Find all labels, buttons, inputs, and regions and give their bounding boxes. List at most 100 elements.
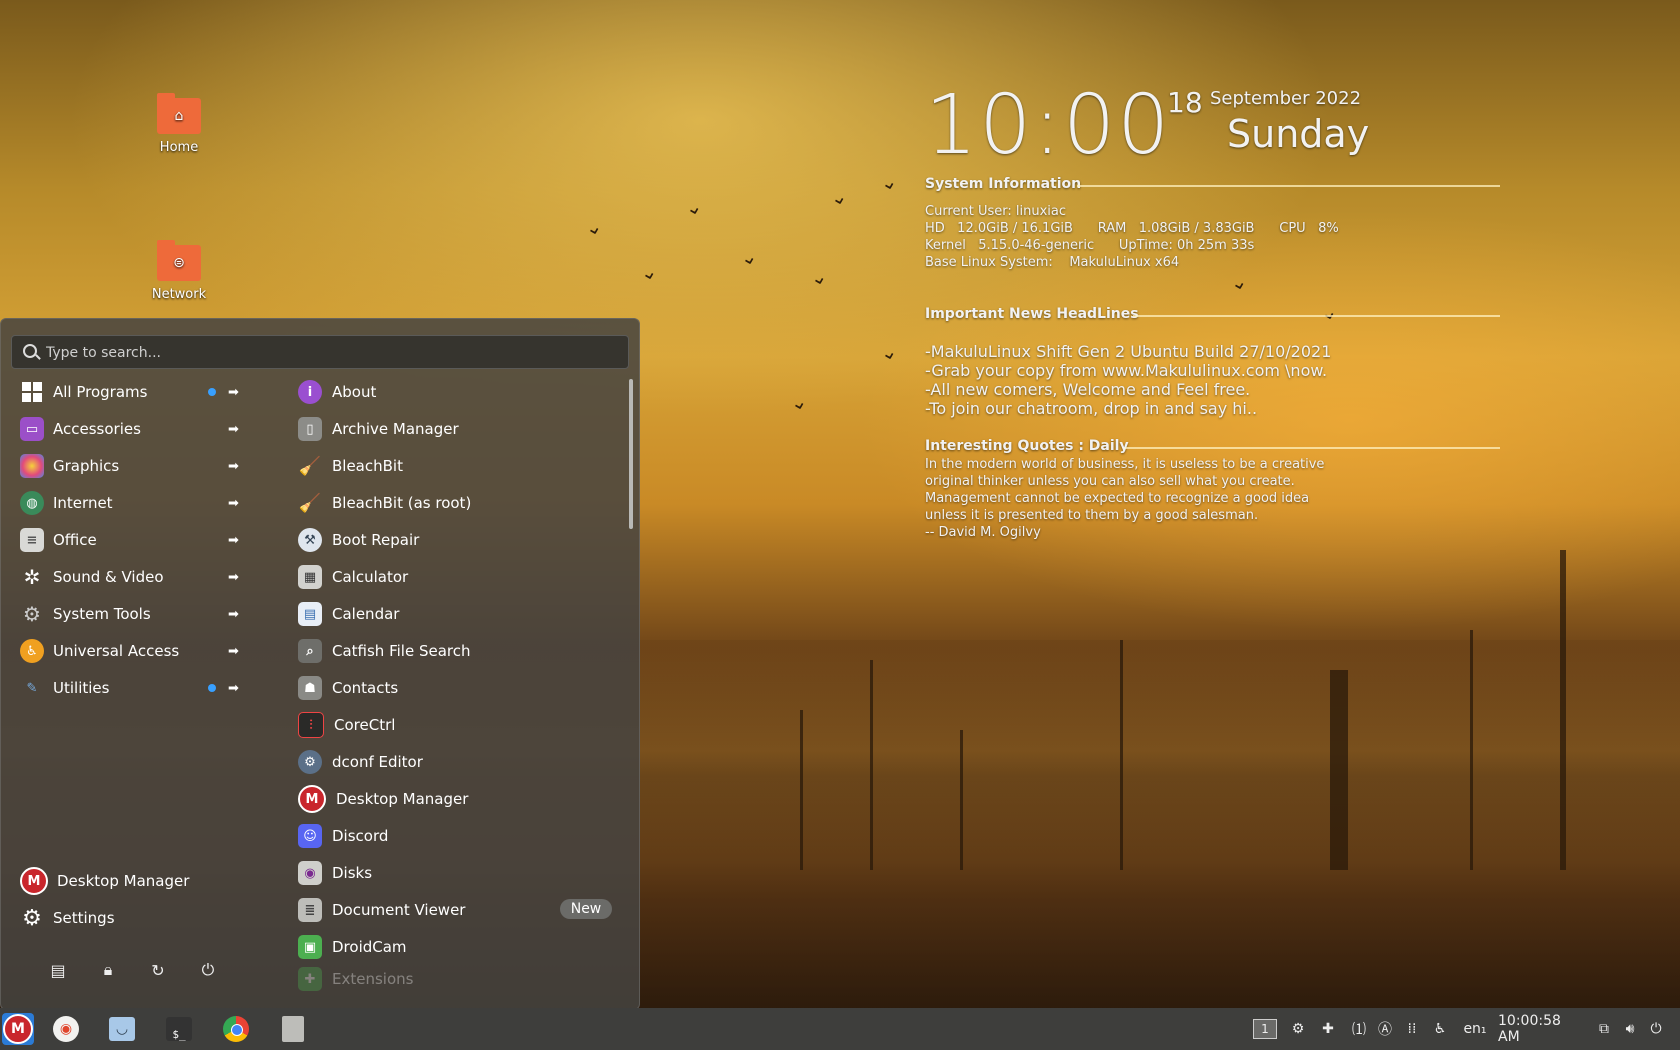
power-tray-icon[interactable]: ⏻ (1644, 1008, 1668, 1050)
desktop-icon-label: Network (151, 287, 207, 302)
taskbar-clock[interactable]: 10:00:58 AM (1498, 1008, 1586, 1050)
app-bleachbit[interactable]: 🧹 BleachBit (298, 449, 618, 483)
boot-repair-icon: ⚒ (298, 528, 322, 552)
app-label: Discord (332, 827, 389, 845)
sysinfo-base: Base Linux System: MakuluLinux x64 (925, 255, 1180, 270)
wallpaper-bird: ⌄ (682, 193, 705, 221)
favorite-label: Desktop Manager (57, 872, 190, 890)
app-label: Archive Manager (332, 420, 459, 438)
app-list-scrollbar[interactable] (629, 379, 633, 529)
app-droidcam[interactable]: ▣ DroidCam (298, 930, 618, 964)
wallpaper-bird: ⌄ (807, 263, 830, 291)
office-icon: ≡ (20, 528, 44, 552)
keyboard-layout[interactable]: en₁ (1458, 1008, 1492, 1050)
makulu-logo-icon: M (3, 1014, 33, 1044)
app-extensions[interactable]: ✚ Extensions (298, 967, 618, 991)
taskbar-files[interactable] (277, 1013, 309, 1045)
taskbar: M ◉ ◡ $_ 1 ⚙ ✚ ⑴ Ⓐ ⁞⁞ ♿ en₁ 10:00:58 AM … (0, 1008, 1680, 1050)
desktop-icon-home[interactable]: ⌂ Home (134, 93, 224, 155)
sysinfo-title: System Information (925, 176, 1082, 192)
logout-icon[interactable]: ↻ (146, 958, 170, 982)
bleachbit-icon: 🧹 (298, 455, 322, 477)
arrow-right-icon: ➡ (228, 421, 239, 437)
divider (1125, 447, 1500, 449)
wallpaper-tree (1470, 630, 1473, 870)
taskbar-store[interactable]: ◡ (106, 1013, 138, 1045)
menu-search-box[interactable] (11, 335, 629, 370)
category-utilities[interactable]: ✎ Utilities ➡ (20, 671, 250, 705)
divider (1077, 185, 1500, 187)
app-label: Desktop Manager (336, 790, 469, 808)
wallpaper-tree (1330, 670, 1348, 870)
app-document-viewer[interactable]: ≣ Document Viewer New (298, 893, 618, 927)
quotes-title: Interesting Quotes : Daily (925, 438, 1129, 454)
wallpaper-bird: ⌄ (827, 183, 850, 211)
taskbar-chrome[interactable] (220, 1013, 252, 1045)
wallpaper-bird: ⌄ (637, 258, 660, 286)
wallpaper-tree (870, 660, 873, 870)
app-contacts[interactable]: ☗ Contacts (298, 671, 618, 705)
app-grid-tray-icon[interactable]: ⁞⁞ (1400, 1008, 1424, 1050)
quote-text: In the modern world of business, it is u… (925, 457, 1325, 523)
utilities-icon: ✎ (26, 680, 38, 696)
grid-icon (20, 380, 44, 404)
app-catfish[interactable]: ⌕ Catfish File Search (298, 634, 618, 668)
android-icon: ▣ (298, 935, 322, 959)
app-bleachbit-root[interactable]: 🧹 BleachBit (as root) (298, 486, 618, 520)
favorite-desktop-manager[interactable]: M Desktop Manager (20, 864, 189, 898)
conky-month-year: September 2022 (1210, 88, 1362, 109)
wallpaper-bird: ⌄ (1227, 268, 1250, 296)
search-input[interactable] (44, 336, 618, 370)
arrow-right-icon: ➡ (228, 495, 239, 511)
app-discord[interactable]: ☺ Discord (298, 819, 618, 853)
info-icon: i (298, 380, 322, 404)
settings-tray-icon[interactable]: ⚙ (1286, 1008, 1310, 1050)
accessibility-tray-icon[interactable]: ♿ (1428, 1008, 1452, 1050)
favorite-settings[interactable]: ⚙ Settings (20, 901, 114, 935)
app-corectrl[interactable]: ⫶ CoreCtrl (298, 708, 618, 742)
file-manager-icon[interactable]: ▤ (46, 958, 70, 982)
menu-button[interactable]: M (2, 1013, 34, 1045)
app-calendar[interactable]: ▤ Calendar (298, 597, 618, 631)
desktop-icon-network[interactable]: ⊜ Network (134, 240, 224, 302)
makulu-logo-icon: M (20, 867, 48, 895)
volume-icon[interactable]: 🔊︎ (1618, 1008, 1642, 1050)
app-calculator[interactable]: ▦ Calculator (298, 560, 618, 594)
category-all-programs[interactable]: All Programs ➡ (20, 375, 250, 409)
wallpaper-tree (1120, 640, 1123, 870)
gear-icon: ⚙ (23, 602, 41, 626)
category-accessories[interactable]: ▭ Accessories ➡ (20, 412, 250, 446)
category-label: All Programs (53, 383, 148, 401)
workspace-switcher[interactable]: 1 (1252, 1008, 1278, 1050)
category-internet[interactable]: ◍ Internet ➡ (20, 486, 250, 520)
wallpaper-bird: ⌄ (787, 388, 810, 416)
category-universal-access[interactable]: ♿ Universal Access ➡ (20, 634, 250, 668)
app-disks[interactable]: ◉ Disks (298, 856, 618, 890)
conky-day-number: 18 (1167, 86, 1203, 119)
quote-author: -- David M. Ogilvy (925, 525, 1041, 540)
taskbar-disk-app[interactable]: ◉ (50, 1013, 82, 1045)
taskbar-terminal[interactable]: $_ (163, 1013, 195, 1045)
power-icon[interactable]: ⏻ (196, 958, 220, 982)
category-graphics[interactable]: Graphics ➡ (20, 449, 250, 483)
app-label: Calendar (332, 605, 400, 623)
conky-clock: 10:00 (925, 78, 1172, 173)
app-boot-repair[interactable]: ⚒ Boot Repair (298, 523, 618, 557)
category-system-tools[interactable]: ⚙ System Tools ➡ (20, 597, 250, 631)
caps-lock-indicator-icon: ⑴ (1352, 1022, 1366, 1038)
category-office[interactable]: ≡ Office ➡ (20, 523, 250, 557)
wallpaper-bird: ⌄ (582, 213, 605, 241)
app-label: Extensions (332, 970, 414, 988)
app-archive-manager[interactable]: ▯ Archive Manager (298, 412, 618, 446)
num-lock-indicator-icon: Ⓐ (1378, 1022, 1392, 1038)
window-list-icon[interactable]: ⧉ (1592, 1008, 1616, 1050)
arrow-right-icon: ➡ (228, 458, 239, 474)
app-dconf-editor[interactable]: ⚙ dconf Editor (298, 745, 618, 779)
category-sound-video[interactable]: ✲ Sound & Video ➡ (20, 560, 250, 594)
app-desktop-manager[interactable]: M Desktop Manager (298, 782, 618, 816)
app-label: BleachBit (as root) (332, 494, 472, 512)
extensions-tray-icon[interactable]: ✚ (1316, 1008, 1340, 1050)
app-about[interactable]: i About (298, 375, 618, 409)
wallpaper-tree (800, 710, 803, 870)
lock-icon[interactable]: 🔒︎ (96, 958, 120, 982)
